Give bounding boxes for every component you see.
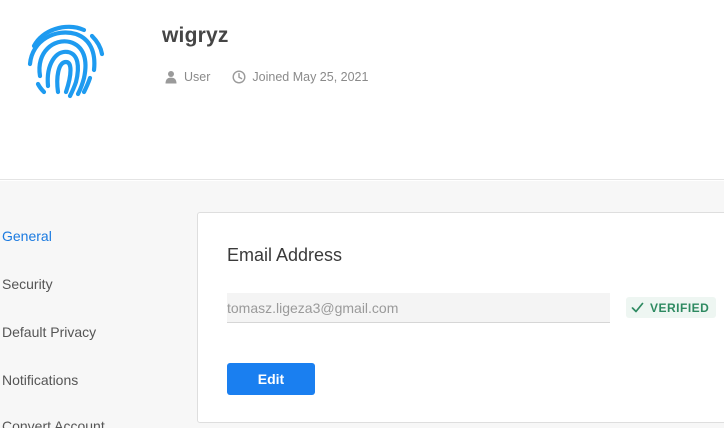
settings-sidebar: General Security Default Privacy Notific…: [0, 181, 190, 428]
sidebar-item-notifications[interactable]: Notifications: [2, 372, 78, 388]
profile-settings-page: wigryz User Joined May 25, 2021 General …: [0, 0, 724, 428]
profile-meta: User Joined May 25, 2021: [164, 70, 368, 84]
edit-email-button[interactable]: Edit: [227, 363, 315, 395]
joined-date: Joined May 25, 2021: [252, 70, 369, 84]
verified-label: VERIFIED: [650, 300, 710, 315]
section-title: Email Address: [227, 245, 343, 265]
joined-info: Joined May 25, 2021: [232, 70, 368, 84]
email-settings-card: Email Address VERIFIED Edit: [197, 212, 724, 423]
sidebar-item-default-privacy[interactable]: Default Privacy: [2, 324, 96, 340]
email-field[interactable]: [227, 293, 610, 323]
role-info: User: [164, 70, 210, 84]
sidebar-item-general[interactable]: General: [2, 228, 52, 244]
fingerprint-icon: [26, 20, 106, 100]
user-icon: [164, 70, 178, 84]
role-label: User: [184, 70, 211, 84]
settings-area: General Security Default Privacy Notific…: [0, 181, 724, 428]
sidebar-item-security[interactable]: Security: [2, 276, 53, 292]
sidebar-item-convert-account[interactable]: Convert Account: [2, 418, 105, 428]
profile-username: wigryz: [162, 24, 229, 47]
profile-header: wigryz User Joined May 25, 2021: [0, 0, 724, 180]
verified-badge: VERIFIED: [626, 297, 717, 318]
clock-icon: [232, 70, 246, 84]
check-icon: [631, 301, 644, 314]
